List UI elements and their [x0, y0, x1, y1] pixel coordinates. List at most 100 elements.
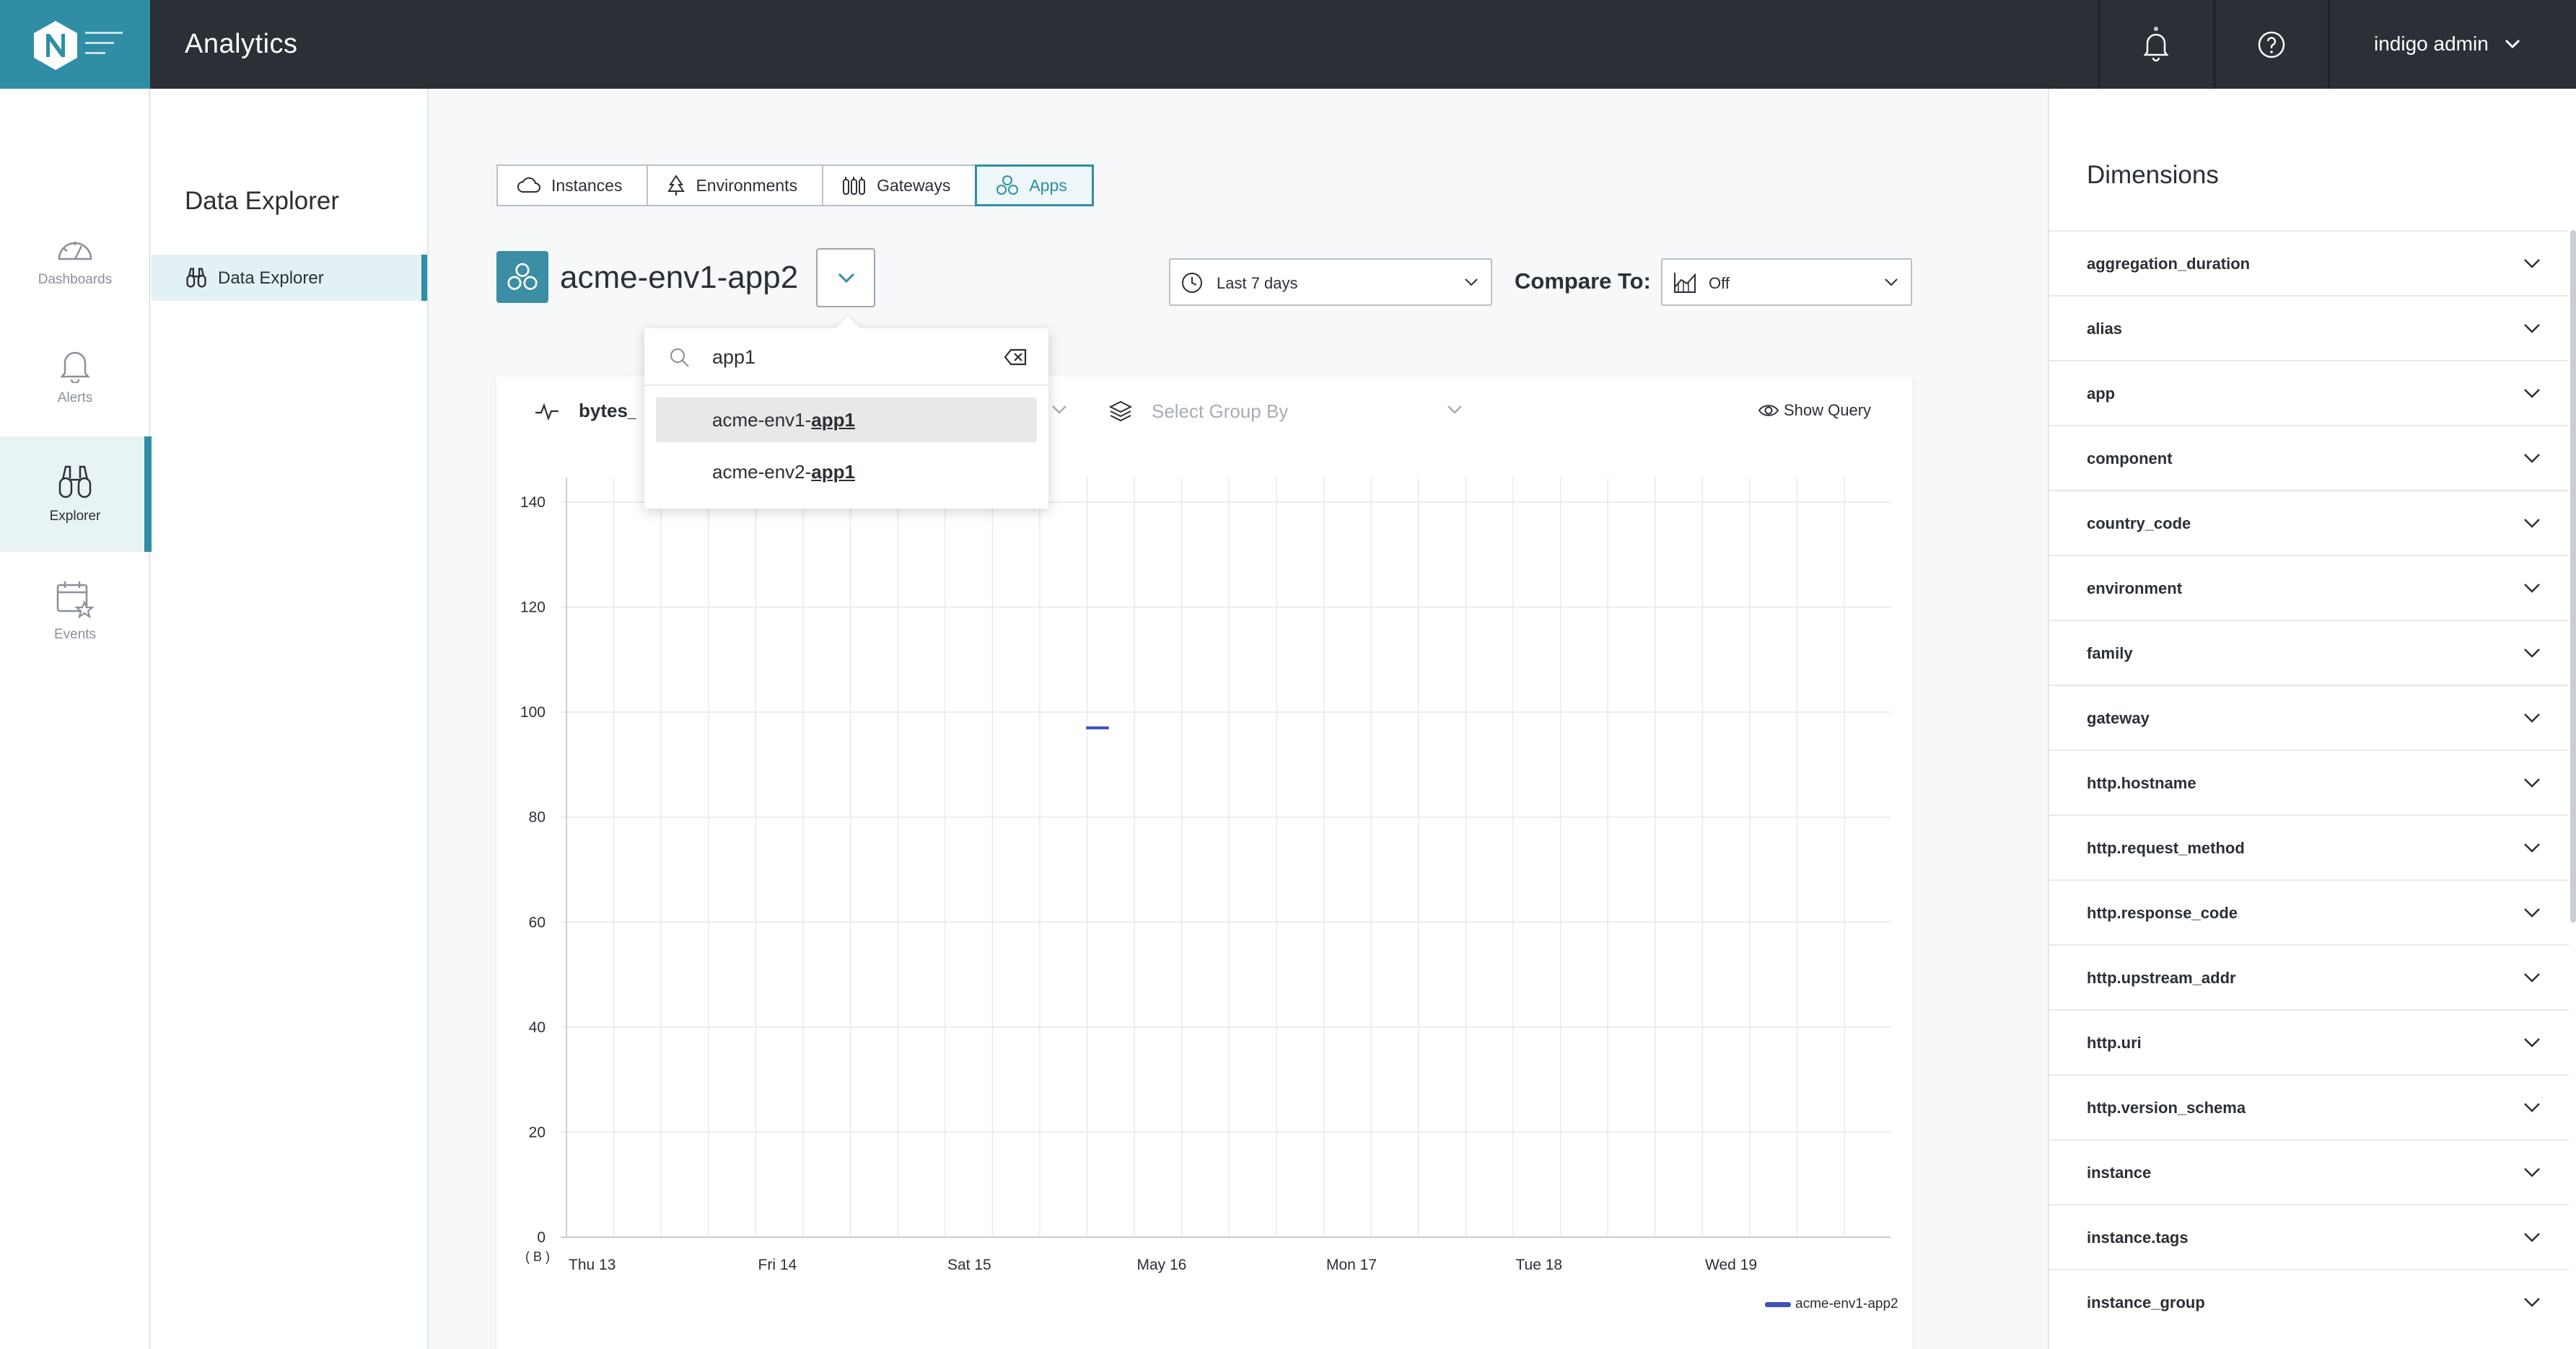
dimension-row[interactable]: app [2049, 360, 2569, 425]
chevron-down-icon[interactable] [2523, 517, 2541, 529]
nav-dashboards[interactable]: Dashboards [0, 233, 150, 348]
chevron-down-icon[interactable] [2523, 842, 2541, 853]
gateway-icon [843, 177, 866, 195]
nav-label: Explorer [49, 509, 101, 524]
option-prefix: acme-env2- [712, 461, 812, 483]
dimension-label: app [2087, 385, 2116, 403]
chevron-down-icon[interactable] [2523, 452, 2541, 464]
dimensions-title: Dimensions [2087, 161, 2219, 189]
dropdown-option[interactable]: acme-env1-app1 [656, 397, 1037, 442]
cloud-icon [517, 177, 540, 193]
chevron-down-icon[interactable] [2523, 582, 2541, 594]
tab-environments[interactable]: Environments [647, 164, 824, 206]
dimension-row[interactable]: http.version_schema [2049, 1074, 2569, 1139]
y-tick-label: 120 [520, 599, 546, 616]
entity-dropdown-toggle[interactable] [816, 248, 875, 307]
y-tick-label: 100 [520, 704, 546, 721]
menu-icon[interactable] [85, 29, 123, 58]
line-chart: 0 20 40 60 80 100 120 140 ( B ) Thu 13 Fri 14 Sat 1… [520, 478, 1891, 1273]
option-match: app1 [811, 461, 855, 483]
apps-icon [507, 263, 538, 290]
dimension-row[interactable]: instance_group [2049, 1269, 2569, 1334]
compare-to-value: Off [1709, 274, 1730, 292]
dimension-label: http.response_code [2087, 904, 2238, 922]
dimension-row[interactable]: component [2049, 425, 2569, 490]
brand-area[interactable] [0, 0, 150, 89]
nginx-logo-icon [34, 21, 77, 70]
dimension-row[interactable]: instance [2049, 1139, 2569, 1204]
dimension-label: instance.tags [2087, 1229, 2189, 1247]
tab-apps[interactable]: Apps [975, 164, 1094, 206]
chevron-down-icon[interactable] [2523, 712, 2541, 724]
topbar-divider [2328, 0, 2329, 89]
dimension-row[interactable]: http.hostname [2049, 750, 2569, 814]
chevron-down-icon[interactable] [1446, 404, 1463, 416]
chevron-down-icon[interactable] [2523, 1296, 2541, 1308]
dimension-label: alias [2087, 320, 2122, 338]
nav-events[interactable]: Events [0, 579, 150, 695]
search-icon [670, 348, 689, 367]
chevron-down-icon[interactable] [2523, 907, 2541, 918]
dimensions-panel: Dimensions aggregation_durationalias app c… [2048, 89, 2576, 1349]
chevron-down-icon[interactable] [2523, 647, 2541, 659]
chevron-down-icon[interactable] [2502, 35, 2523, 52]
dimension-label: aggregation_duration [2087, 255, 2251, 273]
option-match: app1 [811, 409, 855, 431]
chevron-down-icon[interactable] [2523, 1102, 2541, 1113]
option-prefix: acme-env1- [712, 409, 812, 431]
dimension-label: component [2087, 449, 2173, 467]
chevron-down-icon[interactable] [1051, 404, 1068, 416]
dimension-row[interactable]: http.uri [2049, 1009, 2569, 1074]
nav-explorer[interactable]: Explorer [0, 436, 152, 552]
bell-icon[interactable] [2137, 26, 2175, 63]
dimension-row[interactable]: alias [2049, 295, 2569, 360]
entity-type-tabs: Instances Environments Gateways Apps [496, 164, 1094, 206]
dimension-row[interactable]: http.response_code [2049, 879, 2569, 944]
entity-search-dropdown: acme-env1-app1 acme-env2-app1 [644, 328, 1048, 509]
user-menu[interactable]: indigo admin [2374, 32, 2489, 56]
backspace-clear-icon[interactable] [1004, 348, 1027, 366]
dimension-row[interactable]: environment [2049, 555, 2569, 620]
time-range-select[interactable]: Last 7 days [1169, 258, 1492, 306]
chart-legend[interactable]: acme-env1-app2 [1765, 1296, 1898, 1312]
chevron-down-icon[interactable] [2523, 1166, 2541, 1178]
nav-label: Events [53, 627, 97, 642]
subnav-title: Data Explorer [185, 187, 339, 215]
tab-gateways[interactable]: Gateways [822, 164, 977, 206]
compare-to-label: Compare To: [1515, 268, 1651, 294]
dimensions-scrollbar[interactable] [2570, 230, 2576, 923]
nav-label: Alerts [57, 390, 93, 405]
chevron-down-icon[interactable] [2523, 972, 2541, 983]
primary-nav: Dashboards Alerts Explorer Events [0, 89, 152, 1349]
dimension-row[interactable]: aggregation_duration [2049, 230, 2569, 295]
dimension-row[interactable]: http.upstream_addr [2049, 944, 2569, 1009]
gauge-icon [58, 242, 92, 260]
dropdown-option[interactable]: acme-env2-app1 [656, 449, 1037, 494]
entity-badge [496, 251, 548, 303]
tab-instances[interactable]: Instances [496, 164, 649, 206]
help-icon[interactable] [2253, 26, 2290, 63]
group-by-select[interactable]: Select Group By [1152, 400, 1288, 423]
pulse-icon [535, 403, 558, 421]
x-tick-label: Sat 15 [947, 1257, 991, 1273]
tree-icon [667, 175, 685, 195]
chevron-down-icon[interactable] [2523, 777, 2541, 788]
dimension-row[interactable]: family [2049, 620, 2569, 685]
metric-select[interactable]: bytes_r [579, 400, 636, 422]
dimension-row[interactable]: gateway [2049, 685, 2569, 750]
chevron-down-icon[interactable] [2523, 387, 2541, 399]
dimension-row[interactable]: instance.tags [2049, 1204, 2569, 1269]
subnav-item-data-explorer[interactable]: Data Explorer [152, 255, 427, 301]
dimension-row[interactable]: http.request_method [2049, 814, 2569, 879]
chevron-down-icon[interactable] [2523, 258, 2541, 269]
show-query-button[interactable]: Show Query [1758, 401, 1871, 420]
dropdown-search-input[interactable] [712, 343, 986, 372]
topbar-divider [2098, 0, 2100, 89]
dimension-row[interactable]: country_code [2049, 490, 2569, 555]
chevron-down-icon[interactable] [2523, 322, 2541, 334]
chevron-down-icon[interactable] [2523, 1037, 2541, 1048]
dimension-label: family [2087, 644, 2133, 662]
chevron-down-icon[interactable] [2523, 1231, 2541, 1243]
compare-to-select[interactable]: Off [1661, 258, 1912, 306]
time-range-value: Last 7 days [1217, 274, 1298, 292]
